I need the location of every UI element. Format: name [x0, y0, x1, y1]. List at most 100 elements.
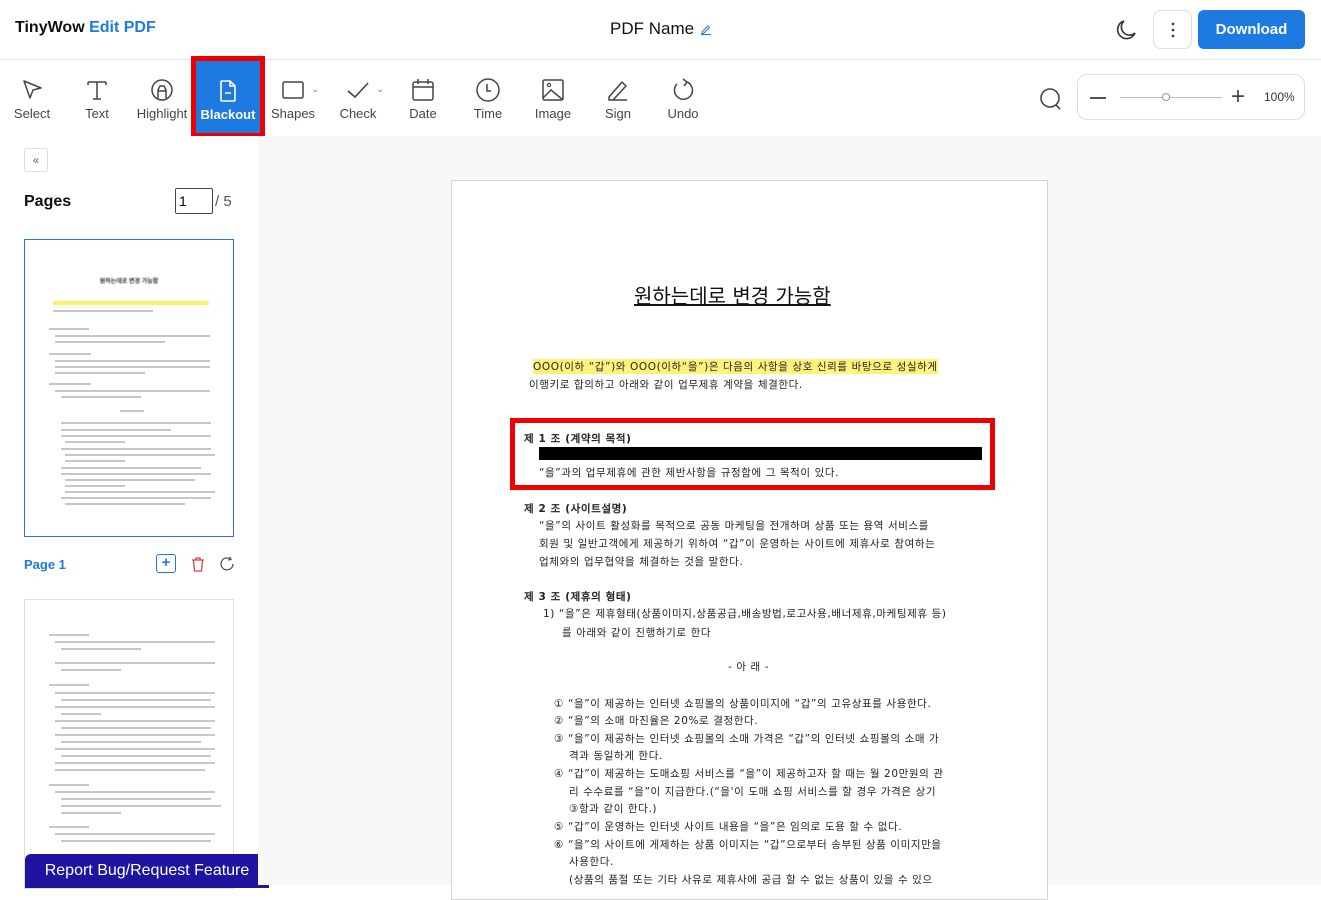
thumb-line — [65, 441, 125, 443]
doc-title[interactable]: 원하는데로 변경 가능함 — [634, 280, 831, 309]
thumb-line — [61, 699, 211, 701]
below-heading[interactable]: - 아 래 - — [728, 659, 769, 674]
rotate-icon[interactable] — [219, 556, 235, 572]
toolbar: Select Text Highlight Blackout ⌄ Shapes … — [0, 56, 1321, 138]
thumb-line — [61, 396, 141, 398]
item-line[interactable]: 격과 동일하게 한다. — [569, 748, 663, 763]
thumb-line — [55, 360, 210, 362]
thumb-line — [55, 720, 215, 722]
zoom-slider[interactable] — [1120, 97, 1222, 98]
tool-undo[interactable]: Undo — [651, 60, 715, 136]
thumb-line — [61, 812, 121, 814]
item-line[interactable]: ⑥ “을”의 사이트에 게제하는 상품 이미지는 “갑”으로부터 송부된 상품 … — [554, 837, 942, 852]
collapse-sidebar-button[interactable]: « — [24, 148, 48, 172]
page-number-input[interactable] — [175, 188, 213, 214]
tool-highlight[interactable]: Highlight — [130, 60, 194, 136]
thumb-line — [61, 497, 211, 499]
thumb-line — [55, 692, 215, 694]
thumb-line — [61, 713, 101, 715]
thumb-line — [55, 366, 210, 368]
item-line[interactable]: ③ “을”이 제공하는 인터넷 쇼핑몰의 소매 가격은 “갑”의 인터넷 쇼핑몰… — [554, 731, 939, 746]
thumb-line — [55, 372, 145, 374]
item-line[interactable]: ② “을”의 소매 마진율은 20%로 결정한다. — [554, 713, 758, 728]
item-line[interactable]: 리 수수료를 “을”이 지급한다.(“을'이 도매 쇼핑 서비스를 할 경우 가… — [569, 784, 936, 799]
tool-label: Text — [85, 106, 109, 121]
thumb-line — [61, 473, 211, 475]
brand-name: TinyWow — [15, 19, 85, 36]
report-bug-button[interactable]: Report Bug/Request Feature — [25, 854, 269, 888]
zoom-slider-handle[interactable] — [1162, 93, 1170, 101]
zoom-in-button[interactable]: + — [1231, 85, 1245, 109]
tool-check[interactable]: ⌄ Check — [326, 60, 390, 136]
tool-time[interactable]: Time — [456, 60, 520, 136]
tool-label: Check — [339, 106, 377, 121]
tool-label: Undo — [667, 106, 699, 121]
thumb-line — [55, 706, 215, 708]
page-1-label: Page 1 — [24, 557, 66, 572]
page-thumbnail-2[interactable] — [24, 599, 234, 889]
zoom-out-button[interactable] — [1090, 97, 1106, 99]
item-line[interactable]: ① “을”이 제공하는 인터넷 쇼핑몰의 상품이미지에 “갑”의 고유상표를 사… — [554, 696, 931, 711]
thumb-line — [65, 485, 125, 487]
thumb-line — [55, 341, 165, 343]
article-2-line[interactable]: 회원 및 일반고객에게 제공하기 위하여 “갑”이 운영하는 사이트에 제휴사로… — [539, 536, 935, 551]
tool-date[interactable]: Date — [391, 60, 455, 136]
undo-icon — [673, 78, 694, 101]
tool-text[interactable]: Text — [65, 60, 129, 136]
thumb-line — [61, 741, 201, 743]
thumb-line — [49, 826, 89, 828]
tool-label: Sign — [604, 106, 632, 121]
thumb-line — [61, 727, 211, 729]
thumb-line — [61, 840, 211, 842]
doc-intro[interactable]: 이행키로 합의하고 아래와 같이 업무제휴 계약을 체결한다. — [529, 377, 803, 392]
thumb-line — [55, 791, 215, 793]
cursor-arrow-icon — [23, 80, 42, 99]
file-minus-icon — [220, 80, 236, 102]
article-3-line[interactable]: 1) “을”은 제휴형태(상품이미지,상품공급,배송방법,로고사용,배너제휴,마… — [543, 606, 947, 621]
chevron-down-icon: ⌄ — [311, 84, 319, 94]
tool-label: Select — [13, 106, 51, 121]
article-2-title[interactable]: 제 2 조 (사이트설명) — [524, 501, 627, 516]
article-3-line[interactable]: 를 아래와 같이 진행하기로 한다 — [562, 625, 711, 640]
doc-intro-highlight[interactable]: OOO(이하 “갑”)와 OOO(이하“을”)은 다음의 사항을 상호 신뢰를 … — [533, 359, 938, 374]
tool-shapes[interactable]: ⌄ Shapes — [261, 60, 325, 136]
search-icon[interactable] — [1038, 86, 1064, 112]
moon-icon[interactable] — [1113, 17, 1139, 43]
calendar-icon — [412, 79, 434, 101]
thumb-line — [65, 491, 215, 493]
download-button[interactable]: Download — [1198, 10, 1305, 49]
item-line[interactable]: ⑤ “갑”이 운영하는 인터넷 사이트 내용을 “을”은 임의로 도용 할 수 … — [554, 819, 902, 834]
tool-sign[interactable]: Sign — [586, 60, 650, 136]
thumb-line — [61, 648, 141, 650]
tool-image[interactable]: Image — [521, 60, 585, 136]
brand-logo[interactable]: TinyWow Edit PDF — [15, 19, 156, 37]
pdf-name-text: PDF Name — [610, 19, 695, 38]
tool-select[interactable]: Select — [0, 60, 64, 136]
tool-label: Blackout — [200, 107, 256, 122]
item-line[interactable]: ③항과 같이 한다.) — [569, 801, 657, 816]
text-t-icon — [87, 81, 107, 100]
thumb-line — [61, 429, 171, 431]
thumb-line — [49, 353, 91, 355]
trash-icon[interactable] — [190, 556, 206, 572]
item-line[interactable]: 사용한다. — [569, 854, 614, 869]
article-2-line[interactable]: 업체와의 업무협약을 체결하는 것을 말한다. — [539, 554, 743, 569]
thumb-line — [65, 503, 185, 505]
zoom-control: + 100% — [1077, 74, 1305, 120]
article-2-line[interactable]: “을”의 사이트 활성화를 목적으로 공동 마케팅을 전개하며 상품 또는 용역… — [539, 518, 929, 533]
thumb-line — [55, 734, 215, 736]
add-page-button[interactable]: + — [156, 554, 176, 573]
tool-label: Highlight — [136, 106, 188, 121]
thumb-title: 원하는데로 변경 가능함 — [99, 279, 159, 285]
more-options-button[interactable] — [1153, 10, 1192, 49]
article-3-title[interactable]: 제 3 조 (제휴의 형태) — [524, 589, 632, 604]
edit-pencil-icon[interactable] — [700, 23, 712, 35]
thumb-line — [55, 641, 215, 643]
thumb-line — [53, 310, 153, 312]
thumb-line — [61, 798, 211, 800]
pages-heading: Pages — [24, 193, 72, 210]
item-line[interactable]: ④ “갑”이 제공하는 도매쇼핑 서비스를 “을”이 제공하고자 할 때는 월 … — [554, 766, 944, 781]
page-thumbnail-1[interactable]: 원하는데로 변경 가능함 — [24, 239, 234, 537]
pdf-name[interactable]: PDF Name — [610, 19, 712, 39]
tool-blackout[interactable]: Blackout — [191, 56, 265, 138]
